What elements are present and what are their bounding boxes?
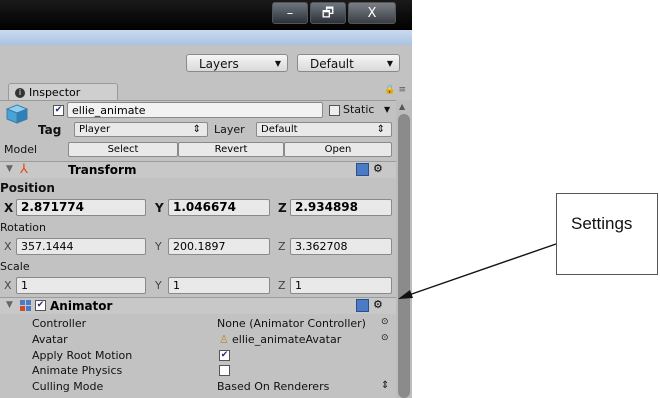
position-y-field[interactable]: 1.046674: [168, 199, 270, 216]
axis-y-label: Y: [155, 201, 164, 215]
scale-label: Scale: [0, 260, 30, 273]
controller-label: Controller: [32, 317, 87, 330]
axis-x-label: X: [4, 279, 12, 292]
animator-title: Animator: [50, 299, 113, 313]
animator-header[interactable]: ▼ ✔ Animator ⚙: [0, 298, 396, 314]
scale-x-field[interactable]: 1: [16, 277, 146, 294]
open-button[interactable]: Open: [284, 142, 392, 157]
updown-icon[interactable]: ⇕: [381, 380, 389, 391]
tag-dropdown[interactable]: Player ⇕: [74, 122, 208, 137]
scroll-up-icon[interactable]: ▲: [399, 102, 405, 111]
animate-physics-label: Animate Physics: [32, 364, 123, 377]
chevron-down-icon[interactable]: ▼: [384, 105, 390, 114]
animator-enabled-checkbox[interactable]: ✔: [35, 300, 46, 311]
rotation-label: Rotation: [0, 221, 47, 234]
avatar-label: Avatar: [32, 333, 68, 346]
chevron-down-icon: ▼: [274, 59, 281, 68]
layer-label: Layer: [214, 123, 245, 136]
chevron-down-icon: ▼: [386, 59, 393, 68]
rotation-y-field[interactable]: 200.1897: [168, 238, 270, 255]
object-active-checkbox[interactable]: ✔: [53, 105, 64, 116]
unity-editor-window: – 🗗 X Layers ▼ Default ▼ i Inspector 🔒 ≡ …: [0, 0, 412, 398]
minimize-button[interactable]: –: [272, 2, 308, 24]
position-label: Position: [0, 181, 55, 195]
help-icon[interactable]: [356, 299, 369, 312]
animator-icon: [20, 300, 25, 305]
object-picker-icon[interactable]: ⊙: [381, 317, 389, 327]
gear-icon[interactable]: ⚙: [373, 162, 383, 175]
rotation-z-field[interactable]: 3.362708: [290, 238, 392, 255]
axis-y-label: Y: [155, 279, 162, 292]
select-button[interactable]: Select: [68, 142, 178, 157]
layers-dropdown[interactable]: Layers ▼: [186, 54, 288, 72]
toolbar: Layers ▼ Default ▼: [0, 45, 412, 83]
tab-row: i Inspector 🔒 ≡: [0, 83, 412, 100]
cube-icon: [6, 104, 28, 124]
axis-x-label: X: [4, 240, 12, 253]
updown-icon: ⇕: [192, 124, 201, 135]
updown-icon: ⇕: [376, 124, 385, 135]
culling-mode-label: Culling Mode: [32, 380, 104, 393]
lock-icon[interactable]: 🔒 ≡: [384, 85, 406, 95]
axis-z-label: Z: [278, 201, 287, 215]
apply-root-motion-label: Apply Root Motion: [32, 349, 133, 362]
transform-header[interactable]: ▼ ⅄ Transform ⚙: [0, 162, 396, 178]
annotation-box: Settings: [556, 193, 658, 275]
position-z-field[interactable]: 2.934898: [290, 199, 392, 216]
layout-dropdown[interactable]: Default ▼: [297, 54, 400, 72]
tag-label: Tag: [38, 123, 62, 137]
annotation-label: Settings: [571, 214, 633, 233]
culling-mode-dropdown[interactable]: Based On Renderers: [217, 380, 329, 393]
foldout-icon[interactable]: ▼: [6, 300, 13, 310]
model-label: Model: [4, 143, 38, 156]
tab-inspector[interactable]: i Inspector: [8, 83, 118, 100]
position-x-field[interactable]: 2.871774: [16, 199, 146, 216]
tag-value: Player: [79, 124, 111, 135]
axis-y-label: Y: [155, 240, 162, 253]
foldout-icon[interactable]: ▼: [6, 164, 13, 174]
revert-button[interactable]: Revert: [178, 142, 284, 157]
info-icon: i: [15, 88, 25, 98]
static-checkbox[interactable]: [329, 105, 340, 116]
callout-arrow: [398, 243, 557, 299]
help-icon[interactable]: [356, 163, 369, 176]
avatar-icon: ♙: [219, 333, 229, 346]
avatar-value[interactable]: ellie_animateAvatar: [232, 333, 341, 346]
object-name-field[interactable]: ellie_animate: [67, 102, 323, 118]
transform-title: Transform: [68, 163, 137, 177]
apply-root-motion-checkbox[interactable]: ✔: [219, 350, 230, 361]
close-button[interactable]: X: [348, 2, 396, 24]
tab-inspector-label: Inspector: [29, 86, 81, 99]
menu-strip: [0, 30, 412, 45]
object-picker-icon[interactable]: ⊙: [381, 333, 389, 343]
layer-dropdown[interactable]: Default ⇕: [256, 122, 392, 137]
maximize-button[interactable]: 🗗: [310, 2, 346, 24]
layer-value: Default: [261, 124, 298, 135]
axis-z-label: Z: [278, 240, 286, 253]
layout-dropdown-label: Default: [310, 57, 354, 71]
axis-x-label: X: [4, 201, 14, 215]
scale-z-field[interactable]: 1: [290, 277, 392, 294]
gear-icon[interactable]: ⚙: [373, 298, 383, 311]
controller-value[interactable]: None (Animator Controller): [217, 317, 366, 330]
transform-icon: ⅄: [20, 162, 28, 177]
axis-z-label: Z: [278, 279, 286, 292]
rotation-x-field[interactable]: 357.1444: [16, 238, 146, 255]
layers-dropdown-label: Layers: [199, 57, 239, 71]
scale-y-field[interactable]: 1: [168, 277, 270, 294]
animate-physics-checkbox[interactable]: [219, 365, 230, 376]
window-controls: – 🗗 X: [270, 2, 396, 24]
title-bar: – 🗗 X: [0, 0, 412, 30]
static-label: Static: [343, 103, 375, 116]
